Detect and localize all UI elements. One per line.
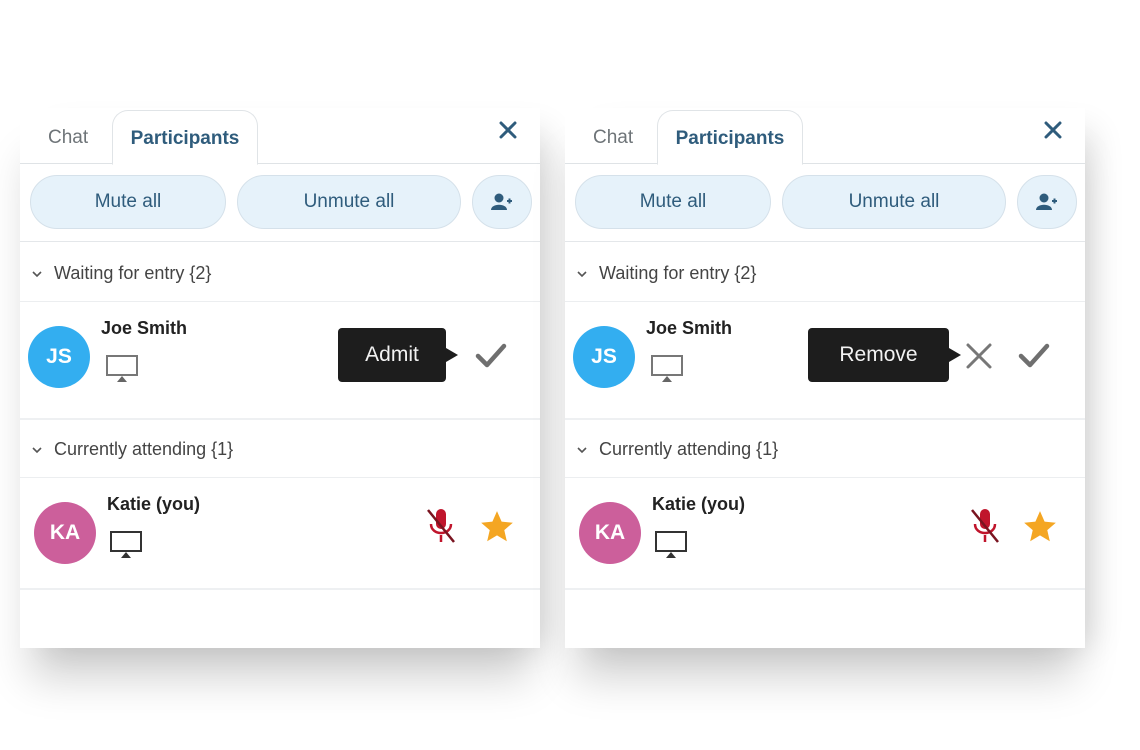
participants-panel-admit: Chat Participants Mute all Unmute all Wa…: [20, 108, 540, 648]
admit-button[interactable]: [474, 338, 508, 372]
tab-chat[interactable]: Chat: [593, 127, 633, 149]
host-star: [1021, 508, 1059, 546]
close-icon: [499, 121, 517, 139]
participant-name: Joe Smith: [101, 318, 188, 338]
admit-tooltip: Admit: [338, 328, 458, 382]
section-title: Currently attending {1}: [599, 439, 779, 459]
participant-row: JS Joe Smith Admit: [20, 302, 540, 420]
close-button[interactable]: [1041, 118, 1065, 142]
mute-all-button[interactable]: Mute all: [30, 175, 226, 229]
section-title: Waiting for entry {2}: [54, 263, 212, 283]
bulk-actions: Mute all Unmute all: [565, 164, 1085, 242]
section-currently-attending[interactable]: Currently attending {1}: [565, 422, 1085, 478]
chevron-down-icon: [32, 446, 42, 453]
avatar: KA: [579, 502, 641, 564]
check-icon: [1018, 343, 1050, 368]
participant-row: KA Katie (you): [20, 478, 540, 590]
muted-mic-icon: [971, 509, 999, 543]
section-waiting-for-entry[interactable]: Waiting for entry {2}: [20, 246, 540, 302]
section-currently-attending[interactable]: Currently attending {1}: [20, 422, 540, 478]
add-user-button[interactable]: [1017, 175, 1077, 229]
chevron-down-icon: [32, 270, 42, 277]
add-user-icon: [491, 193, 512, 210]
section-title: Waiting for entry {2}: [599, 263, 757, 283]
tab-chat[interactable]: Chat: [48, 127, 88, 149]
monitor-icon: [110, 531, 142, 558]
x-icon: [966, 343, 992, 369]
participant-name: Katie (you): [652, 494, 746, 514]
participant-name: Katie (you): [107, 494, 201, 514]
unmute-all-button[interactable]: Unmute all: [237, 175, 461, 229]
host-star: [478, 508, 516, 546]
chevron-down-icon: [577, 446, 587, 453]
star-icon: [481, 511, 513, 542]
tab-bar: Chat Participants: [565, 108, 1085, 165]
unmute-all-button[interactable]: Unmute all: [782, 175, 1006, 229]
close-button[interactable]: [496, 118, 520, 142]
muted-mic-button[interactable]: [968, 506, 1002, 546]
avatar: JS: [28, 326, 90, 388]
monitor-icon: [651, 355, 683, 382]
check-icon: [475, 343, 507, 368]
participants-panel-remove: Chat Participants Mute all Unmute all Wa…: [565, 108, 1085, 648]
close-icon: [1044, 121, 1062, 139]
participant-row: JS Joe Smith Remove: [565, 302, 1085, 420]
tab-bar: Chat Participants: [20, 108, 540, 165]
muted-mic-button[interactable]: [424, 506, 458, 546]
tab-participants[interactable]: Participants: [112, 110, 258, 165]
avatar: KA: [34, 502, 96, 564]
avatar: JS: [573, 326, 635, 388]
chevron-down-icon: [577, 270, 587, 277]
mute-all-button[interactable]: Mute all: [575, 175, 771, 229]
participant-row: KA Katie (you): [565, 478, 1085, 590]
star-icon: [1024, 511, 1056, 542]
bulk-actions: Mute all Unmute all: [20, 164, 540, 242]
remove-button[interactable]: [963, 340, 995, 372]
tab-participants[interactable]: Participants: [657, 110, 803, 165]
add-user-icon: [1036, 193, 1057, 210]
muted-mic-icon: [427, 509, 455, 543]
section-waiting-for-entry[interactable]: Waiting for entry {2}: [565, 246, 1085, 302]
monitor-icon: [106, 355, 138, 382]
add-user-button[interactable]: [472, 175, 532, 229]
section-title: Currently attending {1}: [54, 439, 234, 459]
remove-tooltip: Remove: [808, 328, 961, 382]
participant-name: Joe Smith: [646, 318, 733, 338]
monitor-icon: [655, 531, 687, 558]
admit-button[interactable]: [1017, 338, 1051, 372]
